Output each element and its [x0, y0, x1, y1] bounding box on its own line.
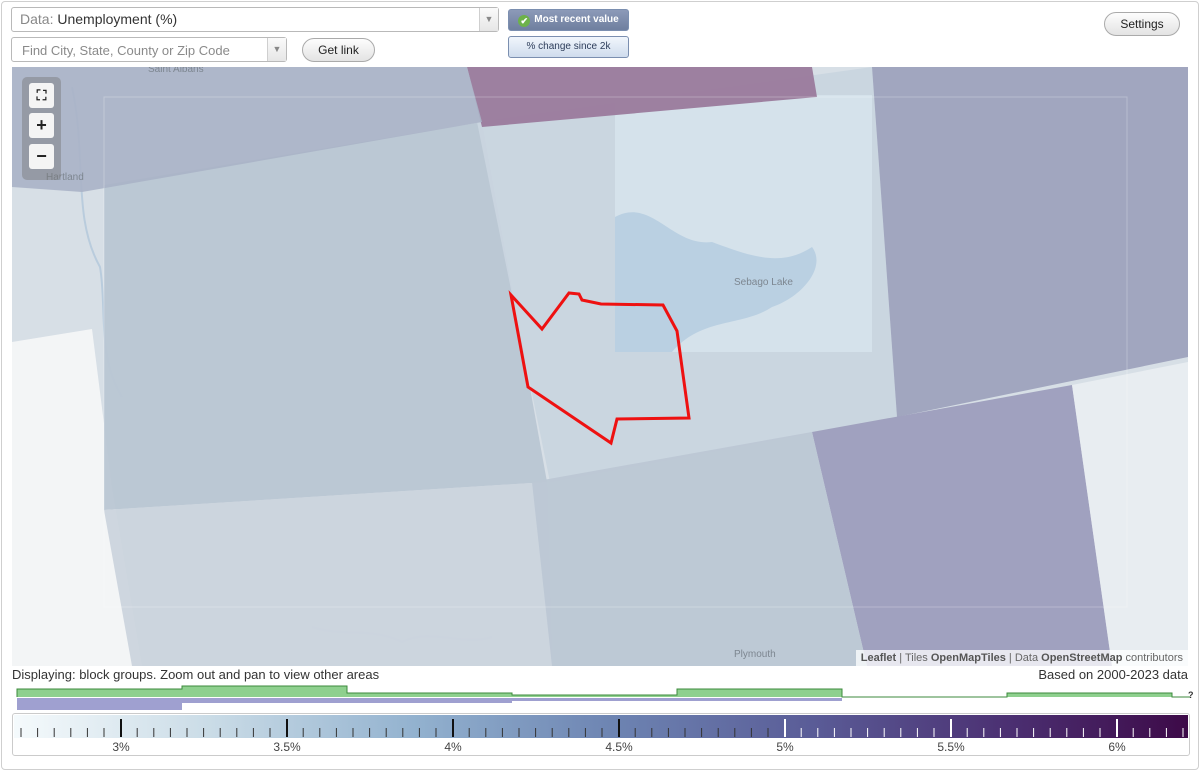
place-label: Sebago Lake	[734, 277, 793, 288]
zoom-in-button[interactable]: +	[29, 113, 54, 138]
map-attribution: Leaflet | Tiles OpenMapTiles | Data Open…	[855, 650, 1188, 666]
zoom-out-button[interactable]: −	[29, 144, 54, 169]
get-link-button[interactable]: Get link	[302, 38, 375, 62]
histogram-purple-block	[182, 698, 512, 703]
contributors-suffix: contributors	[1125, 652, 1183, 664]
data-select-value: Unemployment (%)	[57, 11, 178, 27]
data-select-prefix: Data:	[20, 11, 54, 27]
openstreetmap-link[interactable]: OpenStreetMap	[1041, 652, 1122, 664]
legend-label: 4%	[444, 740, 462, 754]
tiles-prefix: Tiles	[904, 652, 928, 664]
histogram-unknown-marker: ?	[1188, 690, 1194, 700]
place-label: Saint Albans	[148, 67, 204, 75]
fullscreen-icon[interactable]: ⛶	[29, 83, 54, 108]
pct-change-toggle[interactable]: % change since 2k	[508, 36, 629, 58]
search-dropdown-icon[interactable]: ▼	[267, 38, 286, 61]
histogram-purple-block	[512, 698, 842, 701]
legend-scale: 3% 3.5% 4% 4.5% 5% 5.5% 6%	[14, 715, 1188, 754]
location-search[interactable]: ▼	[11, 37, 287, 62]
legend-label: 3.5%	[273, 740, 301, 754]
block-group-southwest[interactable]	[104, 482, 552, 666]
histogram-green-block	[17, 686, 512, 697]
leaflet-link[interactable]: Leaflet	[861, 652, 896, 664]
map-view[interactable]: Saint Albans Hartland Sebago Lake Plymou…	[12, 67, 1188, 666]
legend-label: 5%	[776, 740, 794, 754]
data-range-note: Based on 2000-2023 data	[1038, 667, 1188, 682]
display-status: Displaying: block groups. Zoom out and p…	[12, 667, 380, 682]
legend-label: 3%	[112, 740, 130, 754]
settings-button[interactable]: Settings	[1104, 12, 1180, 36]
data-prefix: Data	[1014, 652, 1039, 664]
block-group-west[interactable]	[104, 122, 547, 510]
map-canvas	[12, 67, 1188, 666]
histogram-purple-block	[17, 698, 182, 710]
histogram-green-block	[1007, 693, 1172, 697]
most-recent-toggle[interactable]: ✔ Most recent value	[508, 9, 629, 31]
zoom-controls: ⛶ + −	[22, 77, 61, 180]
data-select[interactable]: Data: Unemployment (%) ▼	[11, 7, 499, 32]
chevron-down-icon[interactable]: ▼	[479, 8, 498, 31]
check-icon: ✔	[518, 15, 531, 27]
search-input[interactable]	[20, 39, 269, 62]
block-group-east[interactable]	[872, 67, 1188, 417]
legend-label: 4.5%	[605, 740, 633, 754]
openmaptiles-link[interactable]: OpenMapTiles	[931, 652, 1006, 664]
place-label: Plymouth	[734, 649, 776, 660]
legend-label: 6%	[1108, 740, 1126, 754]
color-legend: 3% 3.5% 4% 4.5% 5% 5.5% 6%	[12, 713, 1190, 756]
legend-label: 5.5%	[937, 740, 965, 754]
distribution-histogram	[16, 685, 1190, 710]
legend-gradient	[14, 715, 1188, 738]
most-recent-label: Most recent value	[534, 14, 619, 25]
